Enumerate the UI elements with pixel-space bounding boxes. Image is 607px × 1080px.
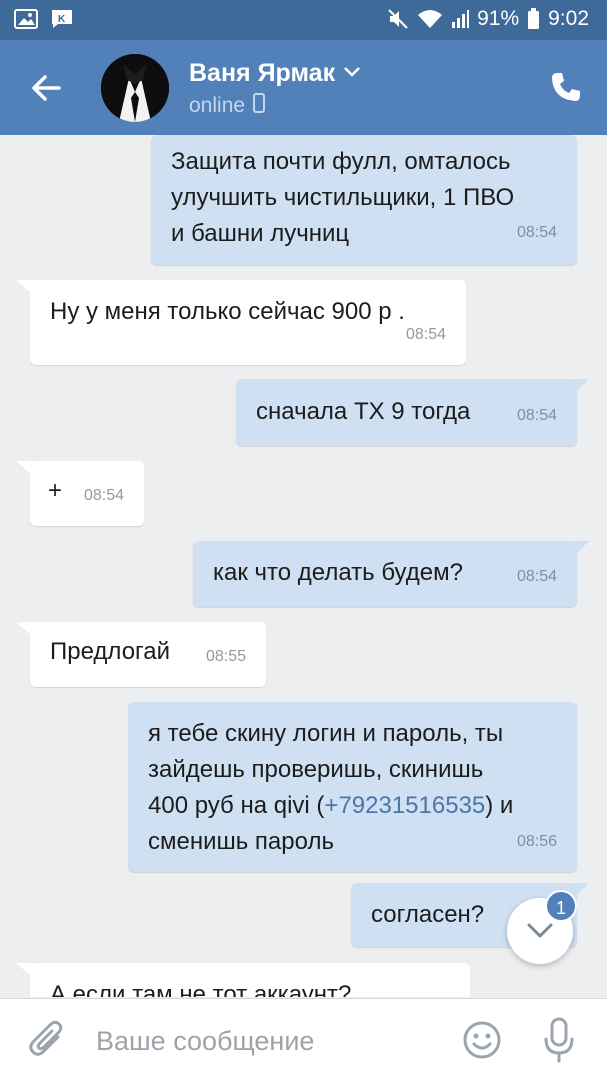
message-text: согласен? <box>371 901 485 928</box>
clock: 9:02 <box>548 7 589 30</box>
message-composer <box>0 998 607 1080</box>
message-text: Ну у меня только сейчас 900 р . <box>50 298 405 325</box>
contact-title[interactable]: Ваня Ярмак <box>189 59 361 88</box>
battery-percent: 91% <box>477 7 520 30</box>
phone-number-link[interactable]: +79231516535 <box>324 792 485 819</box>
message-time: 08:54 <box>516 224 557 241</box>
chevron-down-icon <box>527 923 553 938</box>
microphone-icon[interactable] <box>542 1017 576 1068</box>
mute-icon <box>387 8 409 30</box>
attach-icon[interactable] <box>28 1019 66 1066</box>
back-arrow-icon[interactable] <box>28 70 64 106</box>
message-text: сначала ТХ 9 тогда <box>256 398 471 425</box>
emoji-icon[interactable] <box>462 1020 502 1065</box>
wifi-icon <box>417 8 443 30</box>
message-incoming[interactable]: + 08:54 <box>16 461 144 526</box>
bubble-tail <box>575 379 589 393</box>
message-incoming[interactable]: Ну у меня только сейчас 900 р . 08:54 <box>16 280 466 365</box>
message-incoming[interactable]: А если там не тот аккаунт? <box>16 963 470 997</box>
status-bar: K 91% 9:02 <box>0 0 607 40</box>
message-text: я тебе скину логин и пароль, ты <box>148 720 504 747</box>
bubble-tail <box>16 963 32 977</box>
message-text: Защита почти фулл, омталось <box>171 148 511 175</box>
message-text: и башни лучниц <box>171 220 350 247</box>
message-outgoing[interactable]: как что делать будем? 08:54 <box>193 541 589 607</box>
message-text: 400 руб на qivi ( <box>148 792 325 819</box>
message-outgoing[interactable]: Защита почти фулл, омталось улучшить чис… <box>151 135 577 265</box>
message-outgoing[interactable]: сначала ТХ 9 тогда 08:54 <box>236 379 589 446</box>
online-status: online <box>189 93 246 117</box>
message-text: улучшить чистильщики, 1 ПВО <box>171 184 515 211</box>
bubble-tail <box>575 541 589 555</box>
message-text: сменишь пароль <box>148 828 334 855</box>
message-text: как что делать будем? <box>213 559 463 586</box>
message-list[interactable]: Защита почти фулл, омталось улучшить чис… <box>0 135 607 997</box>
message-time: 08:55 <box>205 648 246 665</box>
bubble-tail <box>575 883 589 897</box>
unread-badge: 1 <box>545 890 577 922</box>
avatar[interactable] <box>101 54 169 122</box>
message-time: 08:56 <box>516 833 557 850</box>
message-text-with-link: 400 руб на qivi (+79231516535) и <box>148 788 513 824</box>
message-time: 08:54 <box>405 326 446 343</box>
message-incoming[interactable]: Предлогай 08:55 <box>16 622 266 687</box>
message-text: ) и <box>485 792 514 819</box>
bubble-tail <box>16 622 32 636</box>
message-text: + <box>48 477 63 504</box>
chevron-down-icon <box>343 65 361 83</box>
mobile-device-icon <box>253 93 266 118</box>
signal-icon <box>451 8 470 30</box>
message-time: 08:54 <box>516 568 557 585</box>
contact-status: online <box>189 93 266 118</box>
message-time: 08:54 <box>83 487 124 504</box>
message-text: Предлогай <box>50 638 171 665</box>
message-text: зайдешь проверишь, скинишь <box>148 756 484 783</box>
gallery-icon <box>14 8 38 30</box>
phone-icon[interactable] <box>549 70 583 104</box>
vk-notification-icon: K <box>50 8 74 30</box>
svg-text:K: K <box>58 14 66 25</box>
bubble-tail <box>16 280 32 294</box>
battery-icon <box>527 8 540 30</box>
message-time: 08:54 <box>516 407 557 424</box>
message-outgoing[interactable]: я тебе скину логин и пароль, ты зайдешь … <box>128 702 577 872</box>
message-input[interactable] <box>96 1023 436 1059</box>
contact-name: Ваня Ярмак <box>189 59 336 87</box>
bubble-tail <box>16 461 32 475</box>
chat-header: Ваня Ярмак online <box>0 40 607 135</box>
message-text: А если там не тот аккаунт? <box>50 981 352 997</box>
